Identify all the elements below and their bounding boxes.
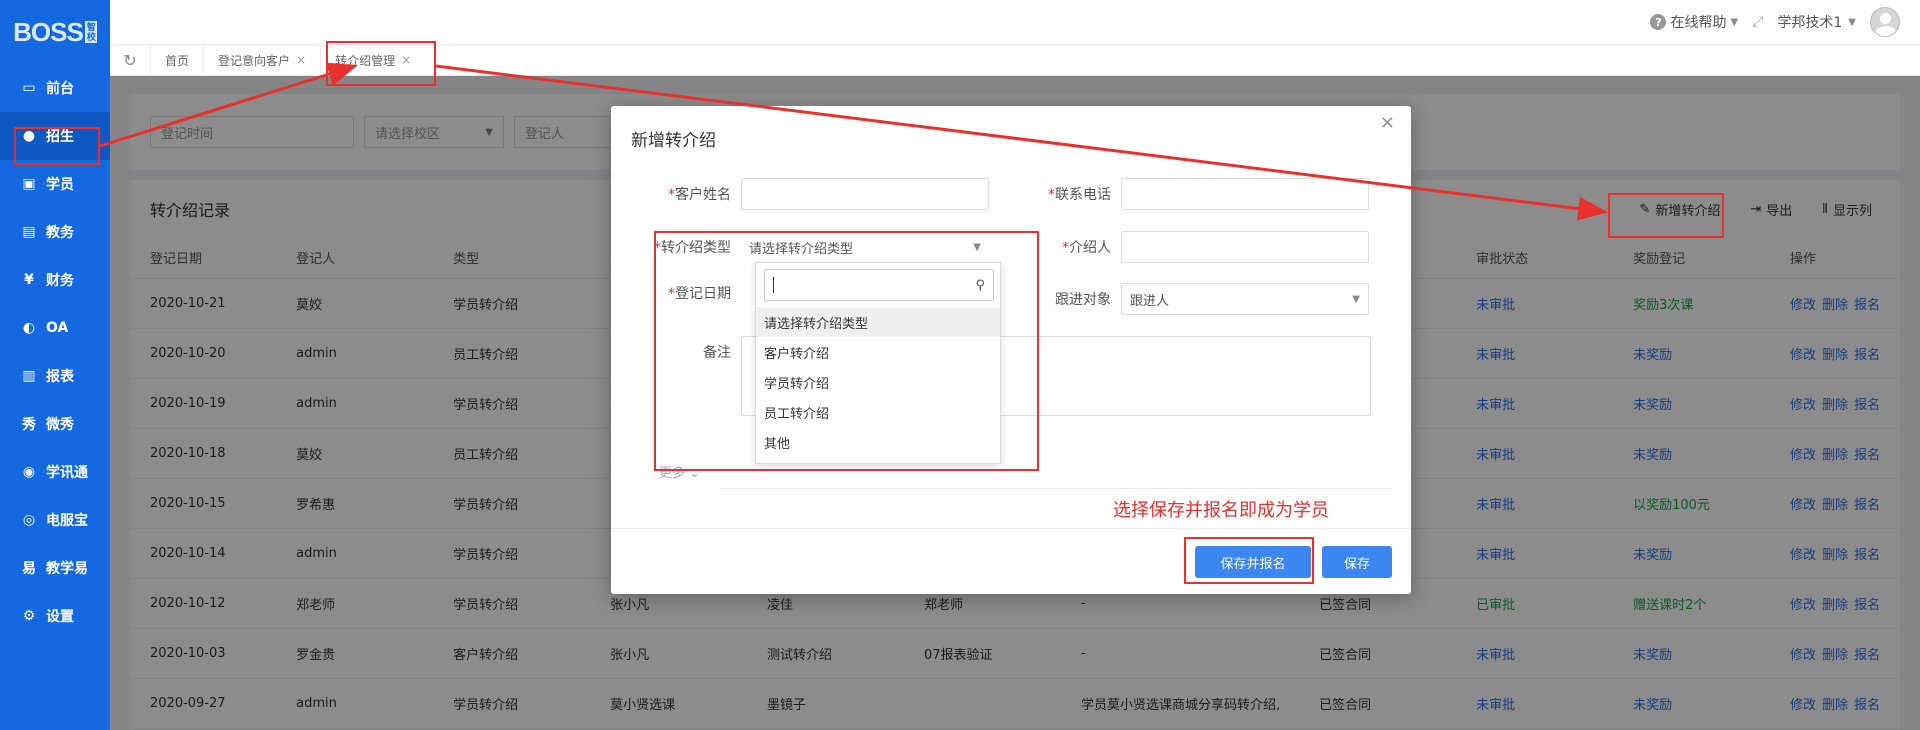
money-icon: ¥: [24, 272, 34, 288]
annotation-box-nav: [14, 127, 100, 165]
sidebar-item-label: 电服宝: [46, 513, 88, 529]
phone-icon: ◎: [22, 512, 36, 528]
sidebar-item-10[interactable]: 易教学易: [0, 544, 110, 592]
follow-target-label: 跟进对象: [1055, 292, 1111, 308]
introducer-input[interactable]: [1121, 231, 1369, 263]
tab-0[interactable]: 首页: [150, 44, 203, 76]
follow-target-row: 跟进对象 跟进人 ▼: [1001, 283, 1369, 315]
close-icon[interactable]: ×: [296, 53, 306, 67]
customer-name-input[interactable]: [741, 178, 989, 210]
topbar: ? 在线帮助 ▼ ⤢ 学邦技术1 ▼: [110, 0, 1920, 44]
sidebar-item-11[interactable]: ⚙ 设置: [0, 592, 110, 640]
fullscreen-icon[interactable]: ⤢: [1752, 14, 1763, 30]
student-icon: ▣: [22, 176, 36, 192]
gear-icon: ⚙: [22, 608, 36, 624]
sidebar-item-0[interactable]: ▭ 前台: [0, 64, 110, 112]
follow-target-value: 跟进人: [1130, 293, 1170, 309]
sidebar-item-label: 微秀: [46, 417, 74, 433]
follow-target-select[interactable]: 跟进人 ▼: [1121, 283, 1369, 315]
teach-icon: 易: [22, 561, 36, 577]
phone-input[interactable]: [1121, 178, 1369, 210]
question-icon: ?: [1650, 14, 1667, 30]
modal-title: 新增转介绍: [631, 131, 716, 151]
sidebar-item-label: 财务: [46, 273, 74, 289]
desk-icon: ▭: [22, 80, 36, 96]
sidebar-item-label: 教学易: [46, 561, 88, 577]
sidebar-item-label: 教务: [46, 225, 74, 241]
show-icon: 秀: [22, 417, 36, 433]
annotation-box-save-enroll: [1184, 537, 1314, 584]
sidebar-item-label: 学讯通: [46, 465, 88, 481]
sidebar-item-8[interactable]: ◉ 学讯通: [0, 448, 110, 496]
logo-sub: 智校: [84, 21, 97, 43]
modal-footer-divider: [611, 528, 1411, 529]
tab-label: 首页: [165, 53, 190, 68]
introducer-label: 介绍人: [1069, 240, 1111, 256]
sidebar-item-label: 设置: [46, 609, 74, 625]
sidebar-item-label: 前台: [46, 81, 74, 97]
sidebar-item-7[interactable]: 秀微秀: [0, 400, 110, 448]
sidebar-item-2[interactable]: ▣ 学员: [0, 160, 110, 208]
customer-name-label: 客户姓名: [675, 187, 731, 203]
sidebar-item-9[interactable]: ◎ 电服宝: [0, 496, 110, 544]
help-menu[interactable]: ? 在线帮助 ▼: [1650, 12, 1738, 32]
annotation-box-dropdown: [654, 231, 1039, 471]
book-icon: ▤: [22, 224, 36, 240]
customer-name-row: *客户姓名: [621, 178, 989, 210]
annotation-box-tab: [326, 41, 436, 86]
oa-icon: ◐: [22, 320, 36, 336]
sidebar-item-6[interactable]: ▥ 报表: [0, 352, 110, 400]
sidebar-item-5[interactable]: ◐ OA: [0, 304, 110, 352]
user-name: 学邦技术1: [1777, 15, 1843, 31]
close-icon[interactable]: ×: [1380, 112, 1395, 133]
sidebar: BOSS 智校 ▭ 前台 ● 招生 ▣ 学员 ▤ 教务 ¥ 财务 ◐ OA ▥ 报表秀微秀 ◉ 学讯通 ◎ 电服宝…: [0, 0, 110, 730]
introducer-row: *介绍人: [1001, 231, 1369, 263]
help-label: 在线帮助: [1670, 15, 1727, 31]
phone-row: *联系电话: [1001, 178, 1369, 210]
logo-text: BOSS: [13, 16, 84, 47]
refresh-icon[interactable]: ↻: [110, 51, 150, 70]
tab-label: 登记意向客户: [218, 53, 291, 68]
sidebar-item-4[interactable]: ¥ 财务: [0, 256, 110, 304]
logo: BOSS 智校: [0, 0, 110, 64]
chevron-down-icon: ▼: [1730, 16, 1739, 28]
location-icon: ◉: [22, 464, 36, 480]
sidebar-item-label: 报表: [46, 369, 74, 385]
avatar[interactable]: [1870, 7, 1900, 37]
save-button[interactable]: 保存: [1322, 546, 1392, 578]
chevron-down-icon: ▼: [1352, 293, 1360, 305]
chart-icon: ▥: [22, 368, 36, 384]
annotation-box-add: [1608, 193, 1724, 238]
user-menu[interactable]: 学邦技术1 ▼: [1777, 12, 1856, 32]
phone-label: 联系电话: [1055, 187, 1111, 203]
sidebar-item-label: OA: [46, 320, 69, 336]
sidebar-item-3[interactable]: ▤ 教务: [0, 208, 110, 256]
sidebar-item-label: 学员: [46, 177, 74, 193]
chevron-down-icon: ▼: [1848, 16, 1856, 28]
annotation-text: 选择保存并报名即成为学员: [1113, 500, 1329, 521]
tab-1[interactable]: 登记意向客户 ×: [203, 44, 320, 76]
divider: [721, 488, 1391, 489]
